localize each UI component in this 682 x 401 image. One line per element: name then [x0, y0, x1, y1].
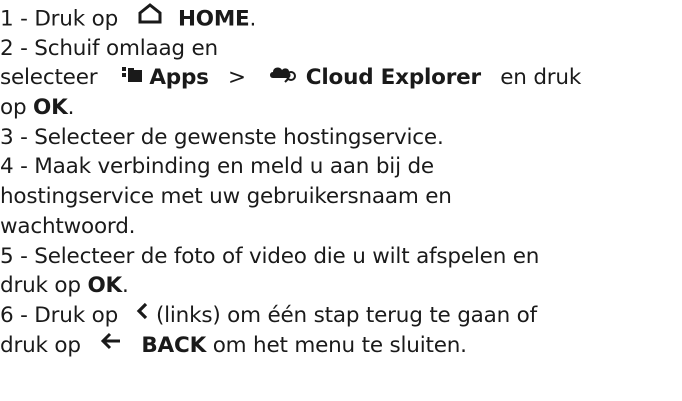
step-4-line-1: 4 - Maak verbinding en meld u aan bij de: [0, 152, 682, 182]
step-2-period: .: [67, 95, 75, 121]
step-3-text: 3 - Selecteer de gewenste hostingservice…: [0, 124, 444, 150]
step-4-text-3: wachtwoord.: [0, 213, 136, 239]
apps-icon: [121, 62, 143, 92]
step-6-text: 6 - Druk op: [0, 302, 119, 328]
step-5-text-1: 5 - Selecteer de foto of video die u wil…: [0, 243, 540, 269]
step-2-line-3: op OK.: [0, 93, 682, 123]
home-key-label: HOME: [177, 6, 250, 32]
step-5-line-1: 5 - Selecteer de foto of video die u wil…: [0, 242, 682, 272]
step-2-on: op: [0, 95, 27, 121]
cloud-explorer-label: Cloud Explorer: [305, 65, 481, 91]
ok-key-label: OK: [87, 273, 122, 299]
step-2-press: en druk: [500, 65, 582, 91]
step-4-line-2: hostingservice met uw gebruikersnaam en: [0, 182, 682, 212]
step-3: 3 - Selecteer de gewenste hostingservice…: [0, 123, 682, 153]
step-5-press: druk op: [0, 273, 81, 299]
cloud-search-icon: [269, 62, 299, 92]
step-5-line-2: druk op OK.: [0, 271, 682, 301]
step-6-line-2: druk op BACK om het menu te sluiten.: [0, 331, 682, 361]
step-6-left-text: (links) om één stap terug te gaan of: [155, 302, 537, 328]
apps-label: Apps: [149, 65, 209, 91]
step-2-select: selecteer: [0, 65, 98, 91]
step-4-line-3: wachtwoord.: [0, 212, 682, 242]
back-arrow-icon: [100, 329, 122, 359]
step-6-close: om het menu te sluiten.: [212, 332, 467, 358]
step-1-text: Druk op: [34, 6, 119, 32]
step-4-text-1: 4 - Maak verbinding en meld u aan bij de: [0, 154, 434, 180]
step-2-line-2: selecteer Apps > Cloud Explorer en druk: [0, 63, 682, 93]
step-1-number: 1 -: [0, 6, 35, 32]
ok-key-label: OK: [33, 95, 68, 121]
step-4-text-2: hostingservice met uw gebruikersnaam en: [0, 184, 452, 210]
step-2-line-1: 2 - Schuif omlaag en: [0, 34, 682, 64]
step-5-period: .: [122, 273, 129, 299]
step-1-period: .: [249, 6, 257, 32]
step-1: 1 - Druk op HOME.: [0, 2, 682, 34]
instructions-document: 1 - Druk op HOME. 2 - Schuif omlaag en s…: [0, 0, 682, 401]
chevron-left-icon: [135, 299, 149, 329]
step-6-line-1: 6 - Druk op (links) om één stap terug te…: [0, 301, 682, 331]
path-separator: >: [228, 65, 246, 91]
step-6-press: druk op: [0, 332, 81, 358]
home-icon: [137, 2, 163, 33]
step-2-text: 2 - Schuif omlaag en: [0, 35, 218, 61]
back-key-label: BACK: [141, 332, 207, 358]
